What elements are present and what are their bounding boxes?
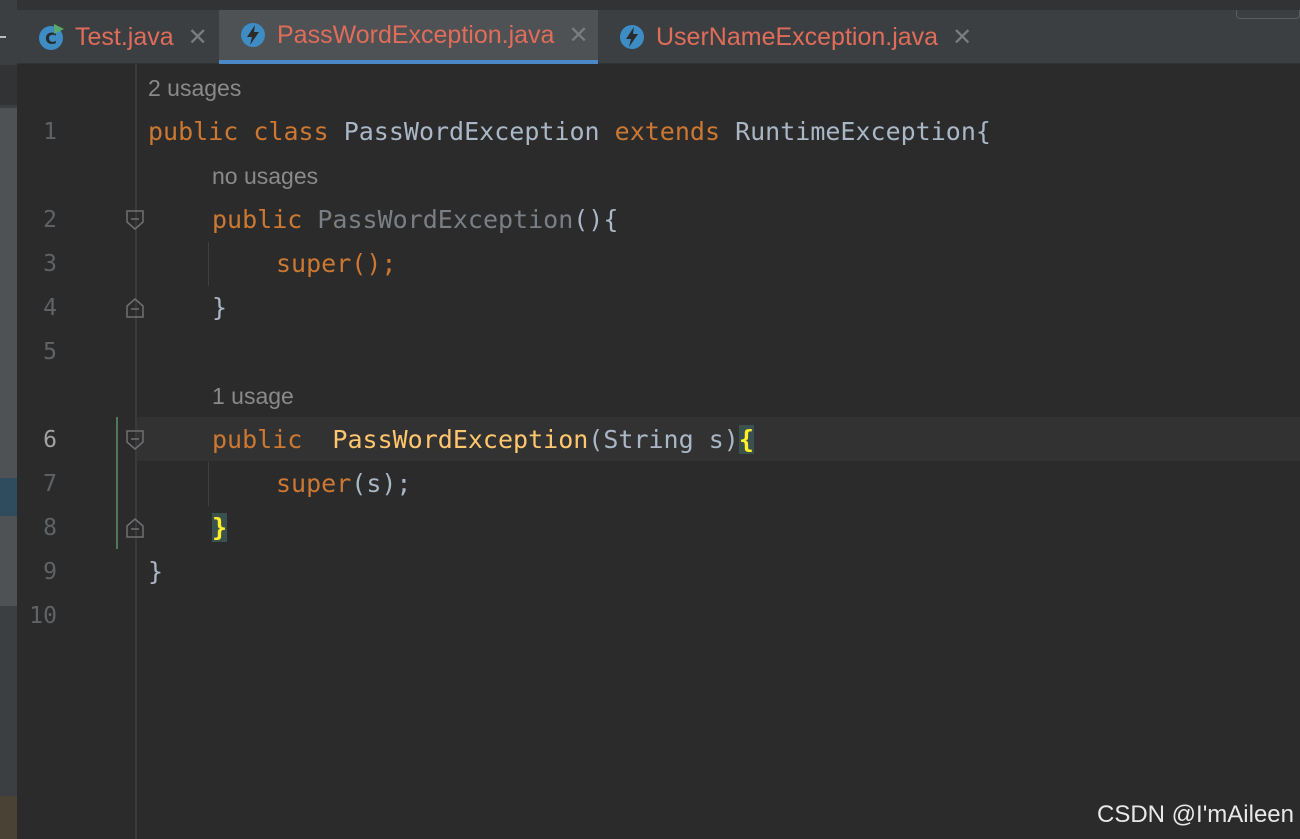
line-number: 5	[43, 339, 57, 365]
exception-class-icon	[241, 23, 265, 47]
line-number: 10	[29, 603, 57, 629]
code-text: super();	[276, 249, 397, 278]
scrollbar-track[interactable]	[0, 108, 17, 478]
close-icon[interactable]: ✕	[188, 23, 208, 52]
tab-passwordexception-java[interactable]: PassWordException.java ✕	[219, 10, 598, 64]
code-line-10: 10	[17, 594, 1300, 638]
collapse-caret[interactable]	[0, 36, 6, 38]
line-number: 8	[43, 515, 57, 541]
tab-label: UserNameException.java	[656, 22, 939, 51]
code-line-2: 2 public PassWordException(){	[17, 198, 1300, 242]
inlay-hint-row: 1 usage	[17, 374, 1300, 418]
inlay-hint-row: no usages	[17, 154, 1300, 198]
code-line-8: 8 }	[17, 506, 1300, 550]
code-text: }	[148, 557, 164, 586]
code-line-1: 1 public class PassWordException extends…	[17, 110, 1300, 154]
line-number: 7	[43, 471, 57, 497]
line-number: 3	[43, 251, 57, 277]
inlay-hint-row: 2 usages	[17, 66, 1300, 110]
code-text: super(s);	[276, 469, 412, 498]
code-line-4: 4 }	[17, 286, 1300, 330]
matched-brace: {	[738, 425, 754, 454]
code-line-5: 5	[17, 330, 1300, 374]
tab-usernameexception-java[interactable]: UserNameException.java ✕	[598, 10, 978, 64]
window-control[interactable]	[1236, 10, 1300, 19]
code-line-9: 9 }	[17, 550, 1300, 594]
fold-close-icon[interactable]	[126, 298, 144, 318]
line-number: 2	[43, 207, 57, 233]
left-tool-strip	[0, 0, 17, 839]
code-text: }	[212, 293, 228, 322]
code-editor[interactable]: 2 usages 1 public class PassWordExceptio…	[17, 64, 1300, 839]
fold-open-icon[interactable]	[126, 430, 144, 450]
tab-test-java[interactable]: C Test.java ✕	[17, 10, 219, 64]
usages-hint[interactable]: 2 usages	[148, 66, 241, 110]
class-run-icon: C	[39, 24, 64, 50]
matched-brace: }	[212, 513, 228, 542]
line-number: 9	[43, 559, 57, 585]
usages-hint[interactable]: no usages	[212, 154, 318, 198]
close-icon[interactable]: ✕	[568, 21, 588, 50]
tab-label: PassWordException.java	[277, 20, 555, 49]
code-text: }	[212, 506, 228, 550]
line-number: 6	[43, 427, 57, 453]
code-line-6: 6 public PassWordException(String s){	[17, 418, 1300, 462]
line-number: 1	[43, 119, 57, 145]
watermark: CSDN @I'mAileen	[1097, 801, 1294, 828]
code-text: public PassWordException(){	[212, 205, 619, 234]
usages-hint[interactable]: 1 usage	[212, 374, 294, 418]
exception-class-icon	[620, 25, 644, 49]
fold-close-icon[interactable]	[126, 518, 144, 538]
tab-label: Test.java	[75, 22, 174, 51]
code-line-7: 7 super(s);	[17, 462, 1300, 506]
fold-open-icon[interactable]	[126, 210, 144, 230]
code-text: public PassWordException(String s){	[212, 425, 754, 454]
code-line-3: 3 super();	[17, 242, 1300, 286]
code-text: public class PassWordException extends R…	[148, 117, 991, 146]
selected-marker	[0, 478, 17, 516]
line-number: 4	[43, 295, 57, 321]
editor-tab-bar: C Test.java ✕ PassWordException.java ✕ U…	[17, 0, 1300, 64]
close-icon[interactable]: ✕	[952, 23, 972, 52]
